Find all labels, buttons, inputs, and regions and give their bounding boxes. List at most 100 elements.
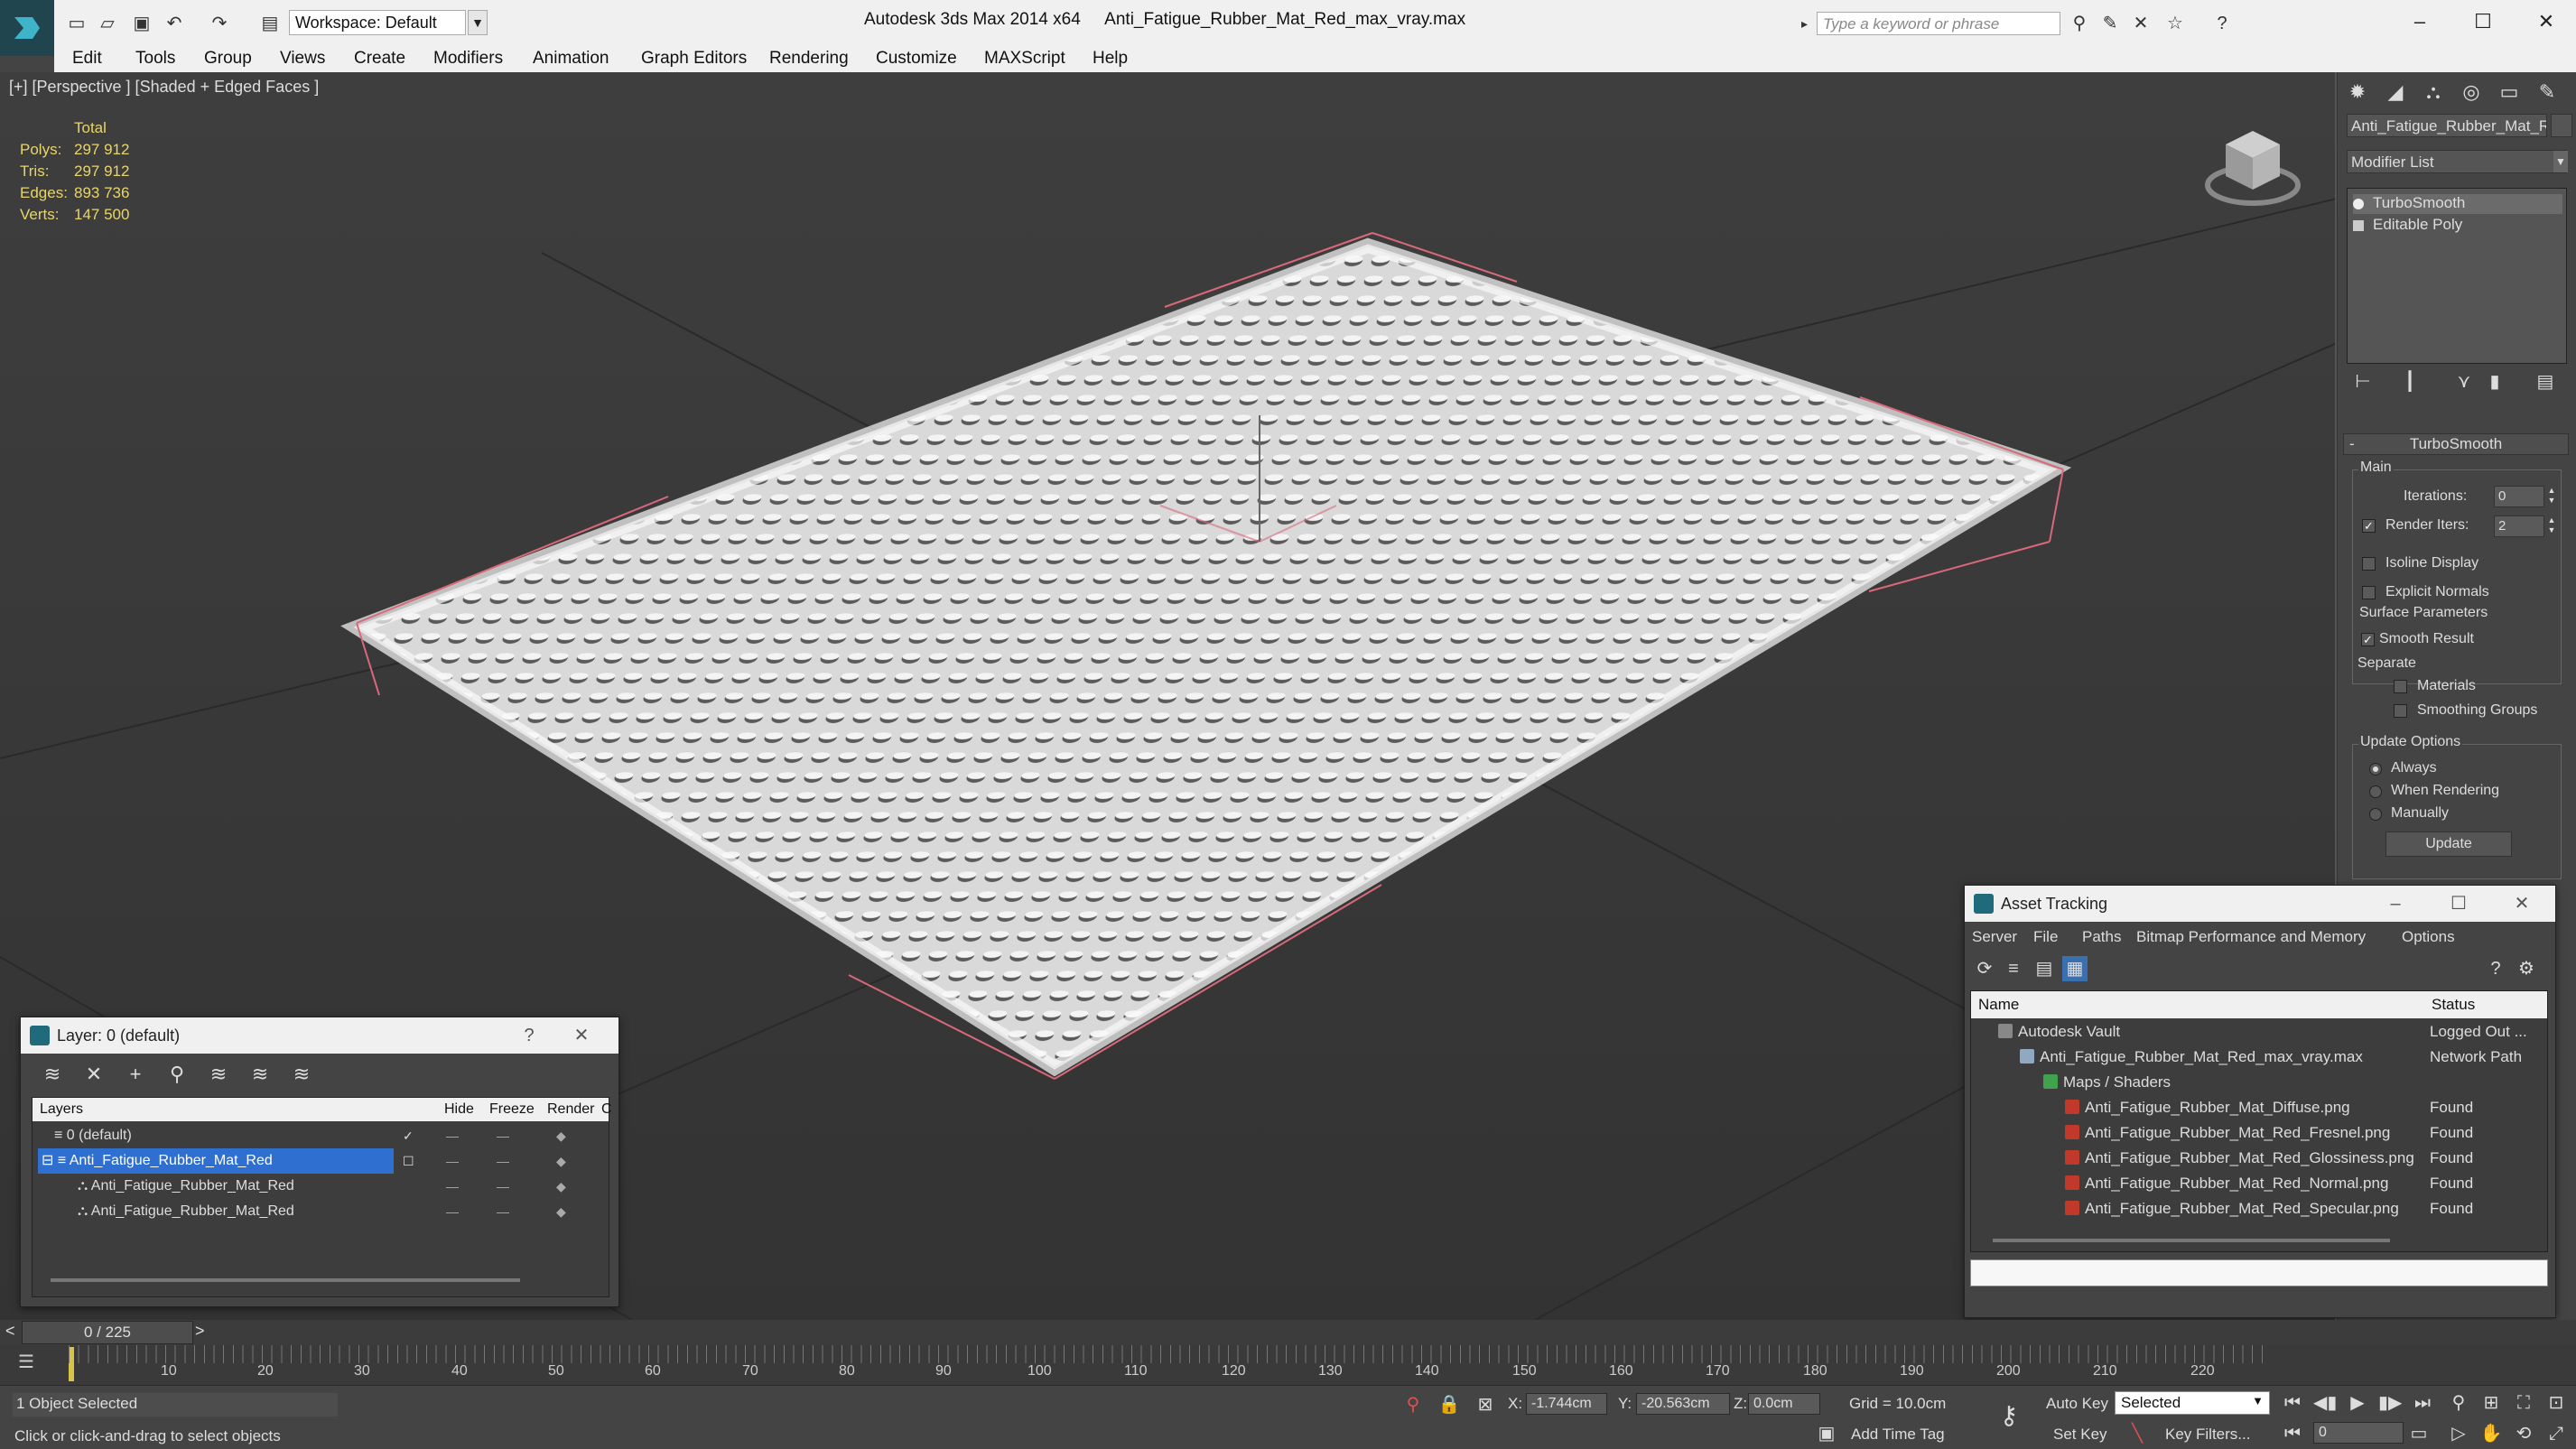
menu-maxscript[interactable]: MAXScript xyxy=(984,49,1065,69)
layer-row[interactable]: ≡ 0 (default) ✓ — — ◆ xyxy=(33,1123,609,1148)
asset-row[interactable]: Maps / Shaders xyxy=(1971,1071,2547,1096)
go-to-start-icon[interactable]: ⏮ xyxy=(2281,1391,2304,1415)
asset-row[interactable]: Anti_Fatigue_Rubber_Mat_Red_Normal.png Fo… xyxy=(1971,1172,2547,1197)
render-iters-input[interactable]: 2 xyxy=(2494,516,2544,537)
orbit-icon[interactable]: ⟲ xyxy=(2512,1422,2535,1445)
smooth-result-checkbox[interactable]: ✓ xyxy=(2361,633,2375,646)
asset-path-field[interactable] xyxy=(1970,1259,2548,1286)
communication-icon[interactable]: ✕ xyxy=(2129,12,2153,35)
at-menu-paths[interactable]: Paths xyxy=(2082,928,2121,946)
key-mode-dropdown[interactable]: Selected ▼ xyxy=(2115,1391,2270,1415)
name-column-header[interactable]: Name xyxy=(1978,996,2019,1014)
always-radio[interactable] xyxy=(2369,763,2382,776)
at-menu-bitmap-performance[interactable]: Bitmap Performance and Memory xyxy=(2136,928,2366,946)
isolate-selection-icon[interactable]: ⚲ xyxy=(1401,1393,1425,1416)
vault-settings-icon[interactable]: ⚙ xyxy=(2514,956,2539,981)
table-view-icon[interactable]: ▦ xyxy=(2062,956,2088,981)
hide-toggle[interactable]: — xyxy=(446,1123,459,1148)
time-slider-thumb[interactable]: 0 / 225 xyxy=(22,1321,193,1344)
iterations-spinner-icon[interactable]: ▲ ▼ xyxy=(2546,486,2557,507)
current-frame-field[interactable]: 0 xyxy=(2313,1422,2404,1444)
key-mode-toggle-icon[interactable]: ⏮ xyxy=(2281,1422,2304,1445)
highlight-layer-icon[interactable]: ≋ xyxy=(205,1061,232,1088)
smoothing-groups-checkbox[interactable] xyxy=(2394,704,2407,718)
track-bar[interactable]: ☰ 10 20 30 40 50 60 70 80 90 100 110 120… xyxy=(0,1345,2576,1385)
maximize-viewport-icon[interactable]: ⤢ xyxy=(2544,1422,2568,1445)
mini-curve-editor-icon[interactable]: ☰ xyxy=(18,1351,40,1372)
maximize-icon[interactable]: ☐ xyxy=(2465,5,2501,38)
search-input[interactable]: Type a keyword or phrase xyxy=(1817,12,2060,35)
layers-column-header[interactable]: Layers xyxy=(40,1101,83,1118)
hide-toggle[interactable]: — xyxy=(446,1148,459,1174)
menu-customize[interactable]: Customize xyxy=(876,49,957,69)
isoline-display-checkbox[interactable] xyxy=(2362,557,2376,571)
collapse-icon[interactable]: - xyxy=(2349,434,2355,454)
help-icon[interactable]: ? xyxy=(514,1023,544,1048)
vault-help-icon[interactable]: ? xyxy=(2483,956,2508,981)
menu-modifiers[interactable]: Modifiers xyxy=(433,49,503,69)
hide-all-layers-icon[interactable]: ≋ xyxy=(246,1061,274,1088)
layer-row[interactable]: ⛬ Anti_Fatigue_Rubber_Mat_Red — — ◆ xyxy=(33,1199,609,1224)
iterations-input[interactable]: 0 xyxy=(2494,486,2544,507)
stack-item-editable-poly[interactable]: Editable Poly xyxy=(2353,216,2562,236)
menu-views[interactable]: Views xyxy=(280,49,325,69)
object-color-swatch[interactable] xyxy=(2551,114,2572,137)
render-teapot-icon[interactable]: ◆ xyxy=(556,1148,566,1174)
zoom-icon[interactable]: ⚲ xyxy=(2447,1391,2470,1415)
asset-row[interactable]: Anti_Fatigue_Rubber_Mat_Red_Specular.png… xyxy=(1971,1197,2547,1222)
asset-tracking-titlebar[interactable]: Asset Tracking – ☐ ✕ xyxy=(1965,886,2555,922)
project-folder-icon[interactable]: ▤ xyxy=(258,11,282,34)
select-in-layer-icon[interactable]: ⚲ xyxy=(163,1061,191,1088)
next-frame-icon[interactable]: ▮▶ xyxy=(2378,1391,2402,1415)
subscription-icon[interactable]: ✎ xyxy=(2098,12,2122,35)
freeze-column-header[interactable]: Freeze xyxy=(489,1101,535,1118)
absolute-mode-icon[interactable]: ⊠ xyxy=(1474,1393,1497,1416)
expand-icon[interactable] xyxy=(2353,219,2364,231)
when-rendering-radio[interactable] xyxy=(2369,785,2382,798)
maximize-icon[interactable]: ☐ xyxy=(2443,891,2474,916)
chevron-down-icon[interactable]: ▼ xyxy=(2252,1394,2264,1407)
save-file-icon[interactable]: ▣ xyxy=(130,11,153,34)
zoom-extents-all-icon[interactable]: ⊡ xyxy=(2544,1391,2568,1415)
menu-create[interactable]: Create xyxy=(354,49,405,69)
pin-stack-icon[interactable]: ⊢ xyxy=(2350,370,2376,394)
refresh-icon[interactable]: ⟳ xyxy=(1972,956,1997,981)
hide-toggle[interactable]: — xyxy=(446,1174,459,1199)
selection-lock-icon[interactable]: 🔒 xyxy=(1437,1393,1461,1416)
favorites-star-icon[interactable]: ☆ xyxy=(2163,12,2187,35)
freeze-toggle[interactable]: — xyxy=(497,1123,509,1148)
modify-tab-icon[interactable]: ◢ xyxy=(2379,78,2412,107)
asset-row[interactable]: Anti_Fatigue_Rubber_Mat_Red_Fresnel.png F… xyxy=(1971,1121,2547,1147)
open-file-icon[interactable]: ▱ xyxy=(96,11,119,34)
asset-row[interactable]: Anti_Fatigue_Rubber_Mat_Diffuse.png Found xyxy=(1971,1096,2547,1121)
time-configuration-icon[interactable]: ▭ xyxy=(2407,1422,2431,1445)
render-teapot-icon[interactable]: ◆ xyxy=(556,1123,566,1148)
menu-edit[interactable]: Edit xyxy=(72,49,102,69)
at-menu-file[interactable]: File xyxy=(2033,928,2058,946)
chevron-down-icon[interactable]: ▼ xyxy=(2553,151,2568,172)
minimize-icon[interactable]: – xyxy=(2402,5,2438,38)
redo-icon[interactable]: ↷ xyxy=(208,11,231,34)
update-button[interactable]: Update xyxy=(2385,831,2512,857)
tree-view-icon[interactable]: ▤ xyxy=(2032,956,2057,981)
layer-row[interactable]: ⛬ Anti_Fatigue_Rubber_Mat_Red — — ◆ xyxy=(33,1174,609,1199)
go-to-end-icon[interactable]: ⏭ xyxy=(2411,1391,2434,1415)
asset-row[interactable]: Anti_Fatigue_Rubber_Mat_Red_max_vray.max… xyxy=(1971,1045,2547,1071)
set-key-filter-icon[interactable]: ╲ xyxy=(2125,1422,2149,1445)
display-tab-icon[interactable]: ▭ xyxy=(2493,78,2525,107)
at-menu-server[interactable]: Server xyxy=(1972,928,2017,946)
close-icon[interactable]: ✕ xyxy=(2506,891,2537,916)
x-coordinate-field[interactable]: -1.744cm xyxy=(1526,1393,1607,1415)
menu-group[interactable]: Group xyxy=(204,49,252,69)
menu-help[interactable]: Help xyxy=(1093,49,1128,69)
hide-toggle[interactable]: — xyxy=(446,1199,459,1224)
zoom-all-icon[interactable]: ⊞ xyxy=(2479,1391,2503,1415)
modifier-list-dropdown[interactable]: Modifier List ▼ xyxy=(2347,150,2568,173)
z-coordinate-field[interactable]: 0.0cm xyxy=(1748,1393,1820,1415)
active-layer-check-icon[interactable]: ✓ xyxy=(403,1123,414,1148)
workspace-dropdown[interactable]: Workspace: Default xyxy=(289,10,466,35)
layer-row[interactable]: ⊟ ≡ Anti_Fatigue_Rubber_Mat_Red ☐ — — ◆ xyxy=(33,1148,609,1174)
help-icon[interactable]: ? xyxy=(2210,12,2234,35)
key-filters-button[interactable]: Key Filters... xyxy=(2165,1426,2250,1444)
at-menu-options[interactable]: Options xyxy=(2402,928,2455,946)
